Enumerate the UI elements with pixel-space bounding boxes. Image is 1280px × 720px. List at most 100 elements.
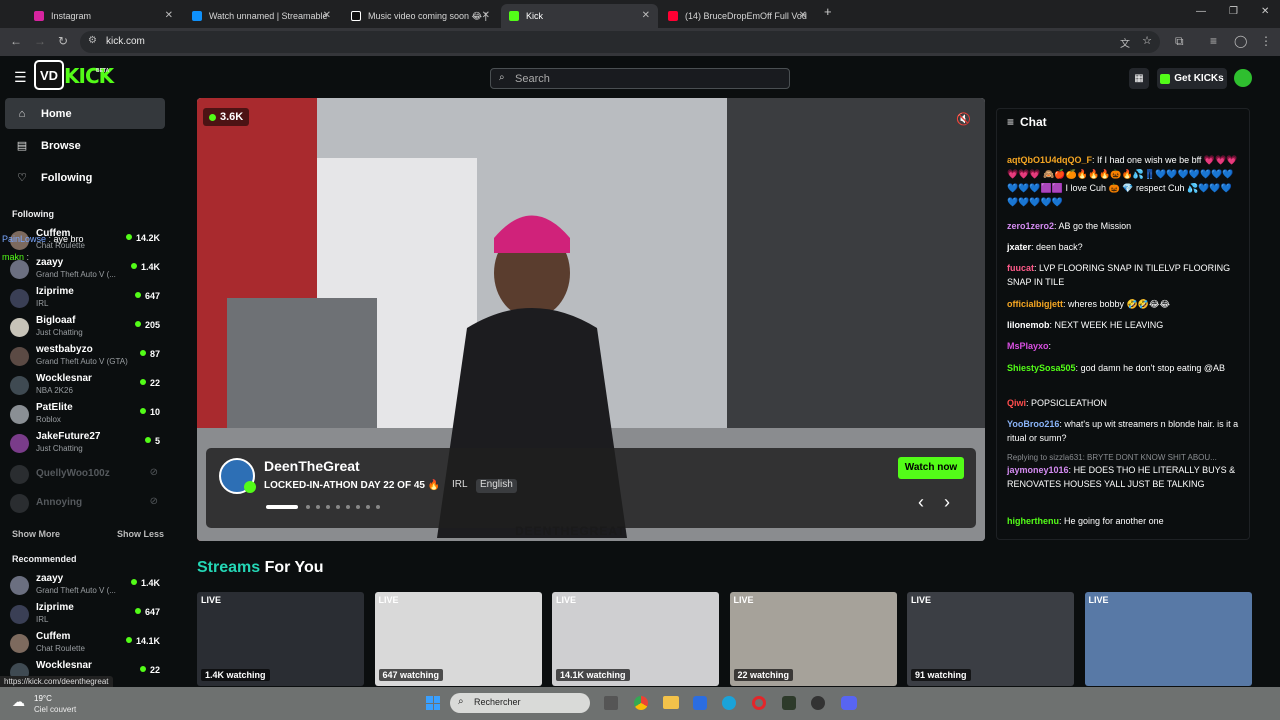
carousel-prev-button[interactable]: ‹ <box>918 492 924 513</box>
site-info-icon[interactable]: ⚙ <box>88 35 97 46</box>
menu-icon[interactable]: ⋮ <box>1260 34 1272 48</box>
channel-category: Grand Theft Auto V (... <box>36 586 116 595</box>
browser-tab[interactable]: (14) BruceDropEmOff Full Vod ✕ <box>660 4 815 28</box>
new-tab-button[interactable]: + <box>824 4 832 19</box>
carousel-dot[interactable] <box>316 505 320 509</box>
chat-username[interactable]: YooBroo216 <box>1007 419 1059 429</box>
channel-logo[interactable]: VD <box>34 60 64 90</box>
chat-username[interactable]: MsPlayxo <box>1007 341 1049 351</box>
carousel-dot[interactable] <box>356 505 360 509</box>
carousel-dots <box>266 505 386 509</box>
extensions-icon[interactable]: ⧉ <box>1175 34 1184 49</box>
carousel-dot[interactable] <box>336 505 340 509</box>
close-icon[interactable]: ✕ <box>323 10 331 21</box>
chrome-icon[interactable] <box>634 696 648 710</box>
recommended-channel[interactable]: Cuffem Chat Roulette 14.1K <box>10 630 160 658</box>
show-less-button[interactable]: Show Less <box>117 529 164 539</box>
carousel-dot[interactable] <box>346 505 350 509</box>
back-icon[interactable]: ← <box>10 34 22 48</box>
following-channel[interactable]: JakeFuture27 Just Chatting 5 <box>10 430 160 458</box>
recommended-channel[interactable]: Iziprime IRL 647 <box>10 601 160 629</box>
close-icon[interactable]: ✕ <box>165 10 173 21</box>
offline-channel[interactable]: QuellyWoo100z ⊘ <box>10 461 160 489</box>
following-channel[interactable]: PatElite Roblox 10 <box>10 401 160 429</box>
task-view-icon[interactable] <box>604 696 618 710</box>
close-icon[interactable]: ✕ <box>642 10 650 21</box>
get-kicks-button[interactable]: Get KICKs <box>1157 68 1227 89</box>
stream-card[interactable]: LIVE <box>1084 592 1252 686</box>
edge-icon[interactable] <box>722 696 736 710</box>
browser-tab[interactable]: Music video coming soon 😂 | ✕ <box>343 4 498 28</box>
stream-card[interactable]: LIVE 91 watching <box>907 592 1074 686</box>
maximize-button[interactable]: ❐ <box>1229 6 1238 17</box>
mute-icon[interactable]: 🔇 <box>956 112 971 126</box>
user-avatar[interactable] <box>1234 69 1252 87</box>
stream-card[interactable]: LIVE 1.4K watching <box>197 592 364 686</box>
following-channel[interactable]: westbabyzo Grand Theft Auto V (GTA) 87 <box>10 343 160 371</box>
watch-now-button[interactable]: Watch now <box>898 457 964 479</box>
opera-icon[interactable] <box>752 696 766 710</box>
chat-username[interactable]: fuucat <box>1007 263 1034 273</box>
address-bar[interactable]: ⚙ kick.com 文 ☆ <box>80 31 1160 53</box>
taskbar-search[interactable]: ⌕ Rechercher <box>450 693 590 713</box>
carousel-dot-active[interactable] <box>266 505 298 509</box>
app-icon[interactable] <box>782 696 796 710</box>
offline-channel[interactable]: Annoying ⊘ <box>10 490 160 518</box>
windows-start-icon[interactable] <box>426 696 440 710</box>
chat-menu-icon[interactable]: ≡ <box>1007 115 1014 129</box>
tag-chip[interactable]: IRL <box>448 479 472 493</box>
chat-username[interactable]: aqtQbO1U4dqQO_F <box>1007 155 1092 165</box>
stream-card[interactable]: LIVE 14.1K watching <box>552 592 719 686</box>
reload-icon[interactable]: ↻ <box>58 34 68 48</box>
minimize-button[interactable]: — <box>1196 6 1206 17</box>
close-icon[interactable]: ✕ <box>482 10 490 21</box>
discord-icon[interactable] <box>841 696 857 710</box>
stream-card[interactable]: LIVE 647 watching <box>374 592 542 686</box>
steam-icon[interactable] <box>811 696 825 710</box>
following-channel[interactable]: Bigloaaf Just Chatting 205 <box>10 314 160 342</box>
channel-viewers: 22 <box>140 665 160 675</box>
screen: Instagram ✕ Watch unnamed | Streamable ✕ M… <box>0 0 1280 720</box>
carousel-next-button[interactable]: › <box>944 492 950 513</box>
search-input[interactable]: ⌕ Search <box>490 68 790 89</box>
recommended-channel[interactable]: zaayy Grand Theft Auto V (... 1.4K <box>10 572 160 600</box>
browser-toolbar: ← → ↻ ⚙ kick.com 文 ☆ ⧉ ≡ ◯ ⋮ <box>0 28 1280 56</box>
profile-icon[interactable]: ◯ <box>1234 34 1247 48</box>
carousel-dot[interactable] <box>326 505 330 509</box>
bookmark-star-icon[interactable]: ☆ <box>1142 34 1152 47</box>
carousel-dot[interactable] <box>376 505 380 509</box>
chat-username[interactable]: Qiwi <box>1007 398 1026 408</box>
sidebar-item-browse[interactable]: ▤ Browse <box>5 130 165 161</box>
browser-tab-active[interactable]: Kick ✕ <box>501 4 658 28</box>
browser-tab[interactable]: Watch unnamed | Streamable ✕ <box>184 4 339 28</box>
sidebar-item-home[interactable]: ⌂ Home <box>5 98 165 129</box>
featured-stream-player[interactable]: 3.6K 🔇 DeenTheGreat LOCKED-IN-ATHON DAY … <box>197 98 985 541</box>
chat-username[interactable]: zero1zero2 <box>1007 221 1054 231</box>
streamer-name[interactable]: DeenTheGreat <box>264 458 360 474</box>
translate-icon[interactable]: 文 <box>1120 35 1130 50</box>
chat-username[interactable]: officialbigjett <box>1007 299 1063 309</box>
browser-tab[interactable]: Instagram ✕ <box>26 4 181 28</box>
close-window-button[interactable]: ✕ <box>1261 6 1269 17</box>
chat-username[interactable]: higherthenu <box>1007 516 1059 526</box>
forward-icon[interactable]: → <box>34 34 46 48</box>
stream-card[interactable]: LIVE 22 watching <box>729 592 897 686</box>
carousel-dot[interactable] <box>306 505 310 509</box>
following-channel[interactable]: Wocklesnar NBA 2K26 22 <box>10 372 160 400</box>
chat-username[interactable]: jxater <box>1007 242 1031 252</box>
chat-username[interactable]: jaymoney1016 <box>1007 465 1069 475</box>
file-explorer-icon[interactable] <box>663 696 679 709</box>
show-more-button[interactable]: Show More <box>12 529 60 539</box>
chat-username[interactable]: ShiestySosa505 <box>1007 363 1076 373</box>
hamburger-menu-icon[interactable]: ☰ <box>14 69 27 86</box>
store-icon[interactable] <box>693 696 707 710</box>
carousel-dot[interactable] <box>366 505 370 509</box>
media-icon[interactable]: ≡ <box>1210 34 1217 48</box>
sidebar-item-following[interactable]: ♡ Following <box>5 162 165 193</box>
tag-chip[interactable]: English <box>476 479 517 493</box>
layout-toggle-icon[interactable]: ▦ <box>1129 68 1149 89</box>
following-channel[interactable]: Iziprime IRL 647 <box>10 285 160 313</box>
close-icon[interactable]: ✕ <box>799 10 807 21</box>
following-channel[interactable]: zaayy Grand Theft Auto V (... 1.4K <box>10 256 160 284</box>
chat-username[interactable]: lilonemob <box>1007 320 1050 330</box>
